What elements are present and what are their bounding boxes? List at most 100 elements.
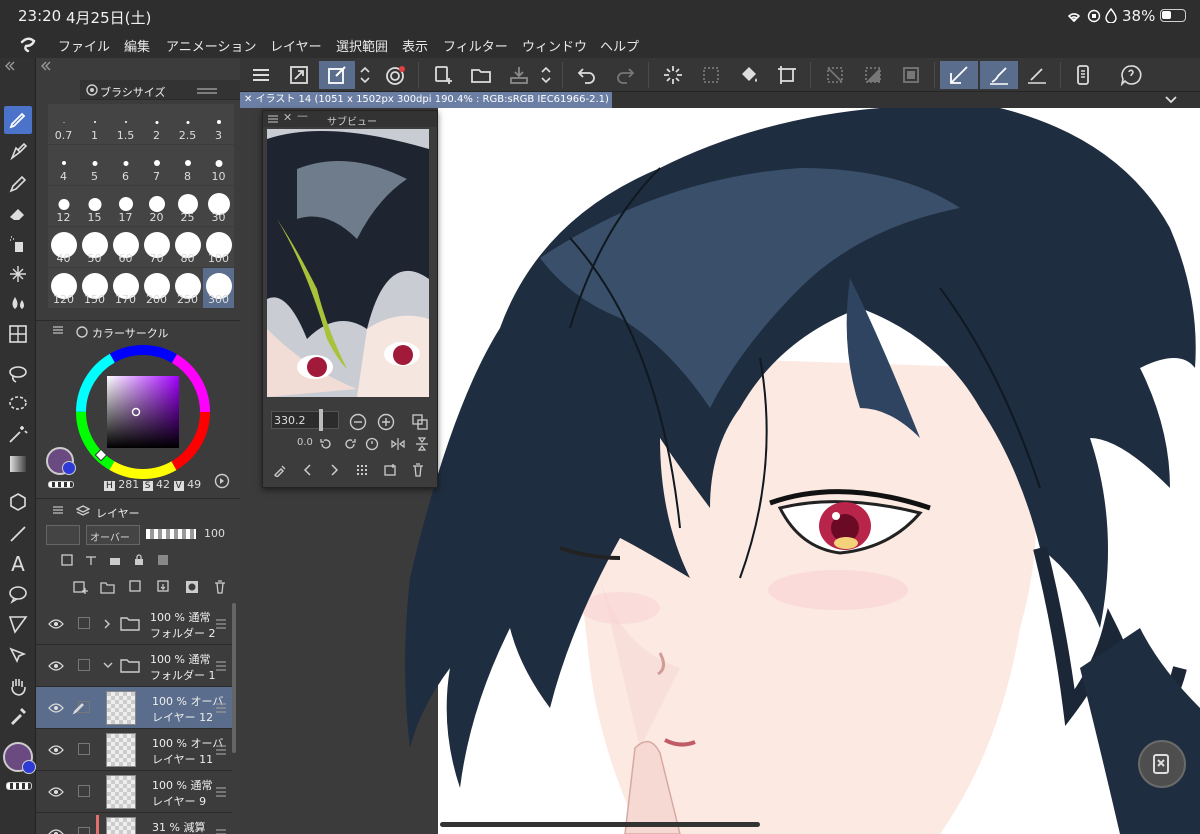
layer-folder-row[interactable]: 100 % 通常 フォルダー 2 <box>36 603 232 645</box>
brush-size-option[interactable]: 1 <box>79 104 110 144</box>
lock-transparency-icon[interactable] <box>156 553 170 567</box>
tool-balloon[interactable] <box>4 580 32 608</box>
menu-selection[interactable]: 選択範囲 <box>336 36 388 55</box>
smartphone-button[interactable] <box>1068 61 1098 89</box>
eye-icon[interactable] <box>48 702 64 714</box>
fullscreen-button[interactable] <box>284 61 314 89</box>
minimize-icon[interactable]: — <box>297 109 308 122</box>
special-ruler-snap-button[interactable] <box>980 61 1018 89</box>
brush-size-option[interactable]: 3 <box>203 104 234 144</box>
brush-size-option[interactable]: 150 <box>79 268 110 308</box>
panel-menu-icon[interactable] <box>268 115 278 123</box>
brush-size-option[interactable]: 200 <box>141 268 172 308</box>
save-options-button[interactable] <box>538 61 554 89</box>
brush-size-option[interactable]: 0.7 <box>48 104 79 144</box>
mode-switch-button[interactable] <box>357 61 373 89</box>
eye-icon[interactable] <box>48 786 64 798</box>
menu-file[interactable]: ファイル <box>58 36 110 55</box>
brush-size-option[interactable]: 300 <box>203 268 234 308</box>
trash-icon[interactable] <box>411 463 425 477</box>
new-folder-icon[interactable] <box>100 579 116 595</box>
previous-icon[interactable] <box>301 463 315 477</box>
brush-size-option[interactable]: 10 <box>203 145 234 185</box>
tab-brush-size[interactable]: ブラシサイズ <box>100 84 165 100</box>
tool-blend[interactable] <box>4 290 32 318</box>
fit-view-icon[interactable] <box>411 413 429 431</box>
menu-animation[interactable]: アニメーション <box>166 36 256 55</box>
eye-icon[interactable] <box>48 828 64 834</box>
tool-text[interactable]: A <box>4 550 32 578</box>
layer-check-box[interactable] <box>78 785 90 797</box>
tool-line[interactable] <box>4 520 32 548</box>
panel-menu-icon[interactable] <box>52 505 64 515</box>
eyedropper-icon[interactable] <box>273 463 287 477</box>
layer-check-box[interactable] <box>78 827 90 834</box>
tab-close-icon[interactable]: ✕ <box>244 94 256 105</box>
color-mode-icon[interactable] <box>214 473 230 489</box>
ruler-snap-button[interactable] <box>940 61 978 89</box>
transfer-down-icon[interactable] <box>128 579 144 595</box>
brush-size-option[interactable]: 20 <box>141 186 172 226</box>
menu-window[interactable]: ウィンドウ <box>522 36 587 55</box>
new-file-button[interactable] <box>428 61 458 89</box>
quick-access-button[interactable] <box>1138 740 1186 788</box>
tool-operation[interactable] <box>4 106 32 134</box>
chevron-down-icon[interactable] <box>102 660 114 672</box>
sub-color-swatch[interactable] <box>22 760 36 774</box>
tool-object[interactable] <box>4 488 32 516</box>
tool-decoration[interactable] <box>4 260 32 288</box>
drag-handle-icon[interactable] <box>216 828 226 834</box>
brush-size-option[interactable]: 4 <box>48 145 79 185</box>
transparent-chip[interactable] <box>48 481 74 488</box>
clip-icon[interactable] <box>60 553 74 567</box>
rotate-left-icon[interactable] <box>319 437 333 451</box>
transparent-color-toggle[interactable] <box>6 782 32 790</box>
grid-snap-button[interactable] <box>1022 61 1052 89</box>
layer-mask-icon[interactable] <box>184 579 200 595</box>
brush-size-option[interactable]: 8 <box>172 145 203 185</box>
layer-row[interactable]: 31 % 減算レイヤー 10 <box>36 813 232 834</box>
lock-icon[interactable] <box>132 553 146 567</box>
invert-selection-button[interactable] <box>858 61 888 89</box>
drag-handle-icon[interactable] <box>216 744 226 756</box>
grid-view-icon[interactable] <box>355 463 369 477</box>
opacity-slider[interactable] <box>146 529 196 539</box>
subview-zoom-field[interactable]: 330.2 <box>271 411 339 429</box>
reference-icon[interactable] <box>84 553 98 567</box>
brush-size-option[interactable]: 12 <box>48 186 79 226</box>
clear-button[interactable] <box>658 61 688 89</box>
chevron-right-icon[interactable] <box>102 618 114 630</box>
sliders-icon[interactable] <box>196 86 218 96</box>
help-button[interactable] <box>1116 61 1146 89</box>
brush-size-option[interactable]: 2 <box>141 104 172 144</box>
brush-size-option[interactable]: 170 <box>110 268 141 308</box>
tool-pen[interactable] <box>4 138 32 166</box>
menu-help[interactable]: ヘルプ <box>600 36 639 55</box>
zoom-out-icon[interactable] <box>349 413 367 431</box>
brush-size-option[interactable]: 7 <box>141 145 172 185</box>
next-icon[interactable] <box>327 463 341 477</box>
eye-icon[interactable] <box>48 618 64 630</box>
tool-airbrush[interactable] <box>4 230 32 258</box>
rotate-right-icon[interactable] <box>343 437 357 451</box>
layer-check-box[interactable] <box>78 743 90 755</box>
flip-vertical-icon[interactable] <box>415 437 429 451</box>
drag-handle-icon[interactable] <box>216 660 226 672</box>
fill-button[interactable] <box>734 61 764 89</box>
undo-button[interactable] <box>572 61 602 89</box>
brush-size-option[interactable]: 60 <box>110 227 141 267</box>
trash-icon[interactable] <box>212 579 228 595</box>
brush-size-option[interactable]: 15 <box>79 186 110 226</box>
tool-auto-select[interactable] <box>4 420 32 448</box>
eye-icon[interactable] <box>48 744 64 756</box>
zoom-slider-thumb[interactable] <box>319 409 323 431</box>
edit-mode-button[interactable] <box>319 61 355 89</box>
drag-handle-icon[interactable] <box>216 618 226 630</box>
layer-row[interactable]: 100 % オーバ レイヤー 12 <box>36 687 232 729</box>
new-raster-layer-icon[interactable] <box>72 579 88 595</box>
panel-menu-icon[interactable] <box>52 325 64 335</box>
hue-ring[interactable] <box>74 343 212 481</box>
brush-size-option[interactable]: 50 <box>79 227 110 267</box>
tool-brush[interactable] <box>4 170 32 198</box>
tool-selection-pen[interactable] <box>4 390 32 418</box>
